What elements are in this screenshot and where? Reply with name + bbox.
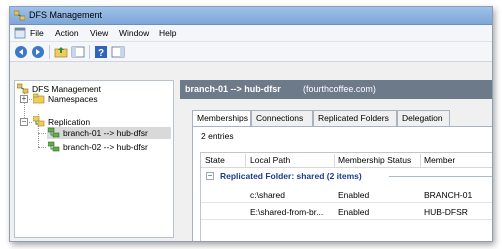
column-header-local-path[interactable]: Local Path [250,155,290,165]
memberships-list[interactable]: State Local Path Membership Status Membe… [200,152,492,241]
tree-guide-line [38,147,46,148]
replication-group-icon [48,141,60,152]
expand-namespaces-toggle[interactable]: + [20,95,28,103]
list-header: State Local Path Membership Status Membe… [201,153,492,168]
group-header-row[interactable]: − Replicated Folder: shared (2 items) [201,168,492,184]
menu-action[interactable]: Action [55,28,79,38]
collapse-group-toggle[interactable]: − [206,172,214,180]
menu-window[interactable]: Window [119,28,149,38]
cell-member: BRANCH-01 [424,190,473,200]
menu-bar: File Action View Window Help [10,25,492,42]
tree-item-replication-group-1[interactable]: branch-01 --> hub-dfsr [47,127,171,139]
memberships-panel: 2 entries State Local Path Membership St… [192,126,492,241]
details-title: branch-01 --> hub-dfsr [185,84,281,94]
tree-label-group-2: branch-02 --> hub-dfsr [63,142,148,152]
cell-membership-status: Enabled [338,207,370,217]
up-folder-icon[interactable] [54,45,68,59]
tab-replicated-folders[interactable]: Replicated Folders [313,110,397,126]
cell-member: HUB-DFSR [424,207,468,217]
dfs-management-icon [17,83,29,94]
tree-label-group-1: branch-01 --> hub-dfsr [63,128,148,138]
dfs-management-window: DFS Management File Action View Window H… [9,6,493,242]
details-pane: branch-01 --> hub-dfsr (fourthcoffee.com… [180,80,492,241]
table-row[interactable]: E:\shared-from-br... Enabled HUB-DFSR [201,203,492,220]
menu-help[interactable]: Help [159,28,176,38]
table-row[interactable]: c:\shared Enabled BRANCH-01 [201,186,492,203]
console-tree: DFS Management + Namespaces − Replicatio… [14,80,174,238]
group-label: Replicated Folder: shared (2 items) [220,171,362,181]
replication-icon [33,116,45,127]
column-divider[interactable] [420,154,421,167]
show-hide-action-pane-icon[interactable] [111,45,125,59]
column-header-member[interactable]: Member [424,155,455,165]
details-subtitle: (fourthcoffee.com) [303,84,376,94]
toolbar: ? [10,42,492,62]
cell-membership-status: Enabled [338,190,370,200]
title-bar[interactable]: DFS Management [10,7,492,25]
console-tree-icon[interactable] [71,45,85,59]
tree-guide-line [38,133,46,134]
details-header: branch-01 --> hub-dfsr (fourthcoffee.com… [180,80,492,99]
entries-count: 2 entries [201,131,234,141]
window-title: DFS Management [29,10,103,20]
tab-memberships[interactable]: Memberships [192,110,251,127]
tree-label-namespaces: Namespaces [48,94,98,104]
column-header-membership-status[interactable]: Membership Status [338,155,411,165]
column-divider[interactable] [334,154,335,167]
tab-delegation[interactable]: Delegation [397,110,450,126]
menu-file[interactable]: File [30,28,44,38]
namespaces-icon [33,93,45,104]
toolbar-separator [89,45,90,59]
mmc-system-menu-icon[interactable] [14,27,26,39]
cell-local-path: c:\shared [250,190,285,200]
menu-view[interactable]: View [90,28,108,38]
svg-text:?: ? [98,48,104,59]
help-icon[interactable]: ? [94,45,108,59]
collapse-replication-toggle[interactable]: − [20,118,28,126]
column-header-state[interactable]: State [205,155,225,165]
toolbar-separator [49,45,50,59]
cell-local-path: E:\shared-from-br... [250,207,324,217]
replication-group-icon [48,127,60,138]
back-icon[interactable] [14,45,28,59]
tab-connections[interactable]: Connections [251,110,313,126]
column-divider[interactable] [245,154,246,167]
forward-icon[interactable] [31,45,45,59]
group-divider-line [389,176,492,177]
dfs-app-icon [14,10,25,21]
